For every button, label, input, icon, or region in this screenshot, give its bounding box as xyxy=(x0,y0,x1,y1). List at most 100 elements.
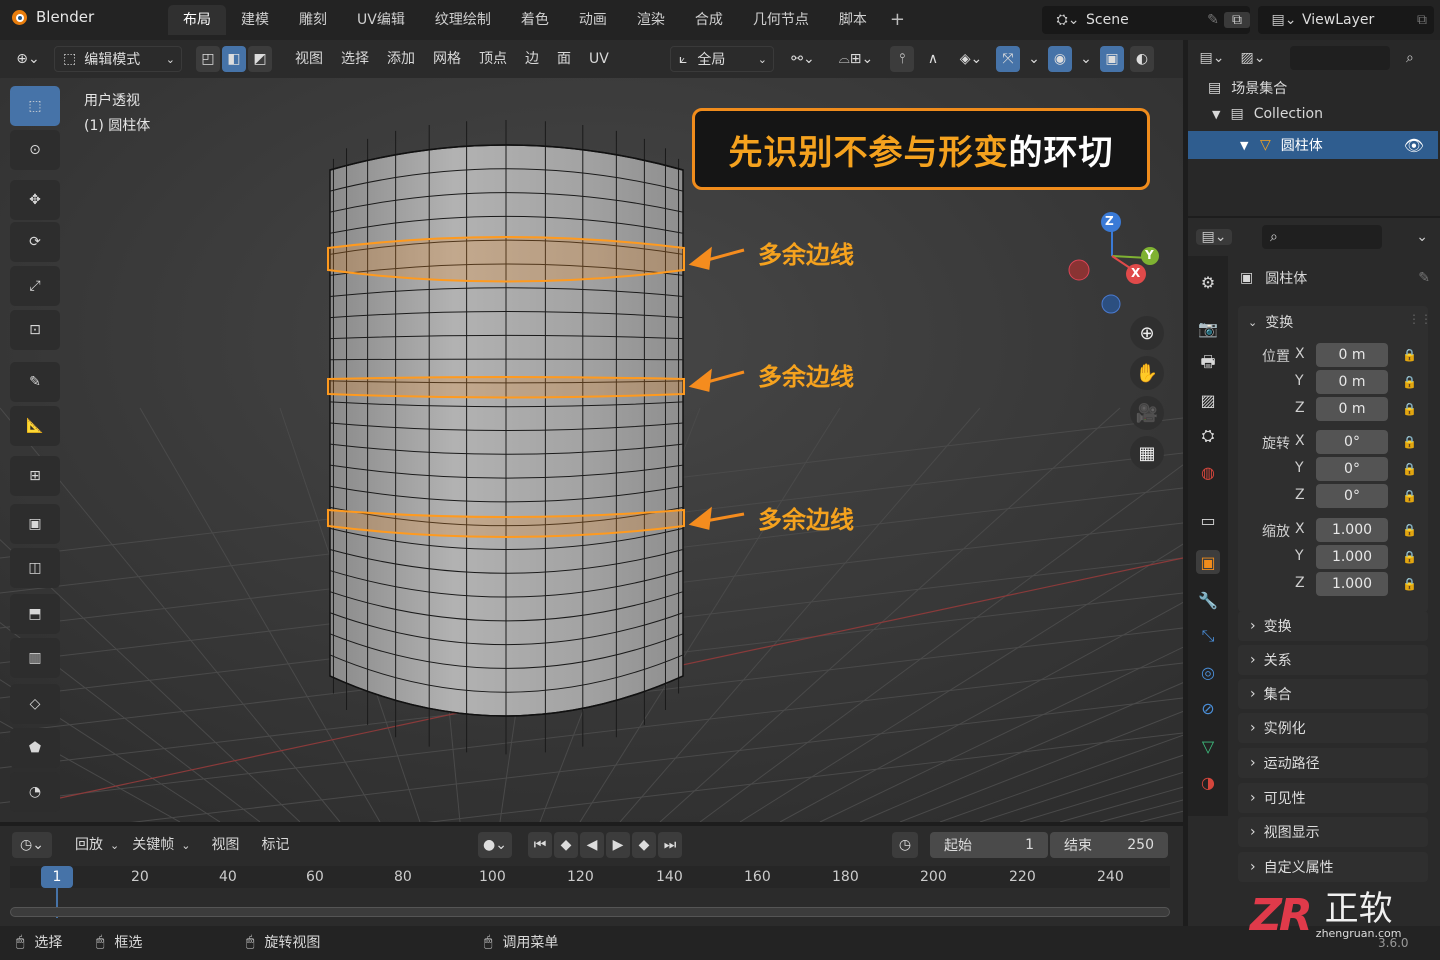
current-frame-marker[interactable]: 1 xyxy=(41,866,73,888)
transform-tool-icon[interactable]: ⊡ xyxy=(10,310,60,350)
edge-select-icon[interactable]: ◧ xyxy=(222,46,246,72)
panel-custom-properties[interactable]: › 自定义属性 xyxy=(1238,852,1428,882)
lock-icon[interactable]: 🔒 xyxy=(1402,489,1417,503)
pivot-icon[interactable]: ⚯⌄ xyxy=(784,46,822,72)
menu-edge[interactable]: 边 xyxy=(516,46,548,72)
jump-end-icon[interactable]: ⏭ xyxy=(658,832,682,858)
knife-tool-icon[interactable]: ◇ xyxy=(10,684,60,724)
xray-toggle-icon[interactable]: ▣ xyxy=(1100,46,1124,72)
tab-texture-paint[interactable]: 纹理绘制 xyxy=(420,5,506,35)
outliner-scene-collection[interactable]: ▤ 场景集合 xyxy=(1208,78,1287,98)
transform-panel-header[interactable]: ⌄ 变换 xyxy=(1248,312,1293,332)
menu-vertex[interactable]: 顶点 xyxy=(470,46,516,72)
scene-selector[interactable]: ⛭⌄ Scene ✎ ⧉ xyxy=(1042,6,1250,34)
eye-visibility-icon[interactable]: 👁 xyxy=(1404,136,1424,155)
extrude-tool-icon[interactable]: ▣ xyxy=(10,504,60,544)
lock-icon[interactable]: 🔒 xyxy=(1402,375,1417,389)
lock-icon[interactable]: 🔒 xyxy=(1402,435,1417,449)
scale-y-field[interactable]: 1.000 xyxy=(1316,545,1388,569)
tab-rendering[interactable]: 渲染 xyxy=(622,5,680,35)
mesh-data-icon[interactable]: ▽ xyxy=(1196,734,1220,758)
inset-tool-icon[interactable]: ◫ xyxy=(10,548,60,588)
properties-object-name[interactable]: 圆柱体 xyxy=(1265,268,1307,288)
transform-orientation-dropdown[interactable]: ⟀ 全局 ⌄ xyxy=(670,46,774,72)
auto-keying-clock-icon[interactable]: ◷ xyxy=(892,832,918,858)
tab-uv-editing[interactable]: UV编辑 xyxy=(342,5,420,35)
rotation-y-field[interactable]: 0° xyxy=(1316,457,1388,481)
search-icon[interactable]: ⌕ xyxy=(1406,50,1414,66)
camera-view-icon[interactable]: 🎥 xyxy=(1130,396,1164,430)
gizmo-y-label[interactable]: Y xyxy=(1145,248,1154,262)
constraints-icon[interactable]: ⊘ xyxy=(1196,696,1220,720)
menu-select[interactable]: 选择 xyxy=(332,46,378,72)
end-frame-field[interactable]: 结束 250 xyxy=(1050,832,1168,858)
record-icon[interactable]: ●⌄ xyxy=(478,832,512,858)
outliner-object-row[interactable]: ▼ ▽ 圆柱体 👁 xyxy=(1188,131,1438,159)
drag-handle-icon[interactable]: ⋮⋮ xyxy=(1408,312,1432,326)
properties-editor-icon[interactable]: ▤⌄ xyxy=(1196,229,1232,245)
add-cube-tool-icon[interactable]: ⊞ xyxy=(10,456,60,496)
measure-tool-icon[interactable]: 📐 xyxy=(10,406,60,446)
menu-marker[interactable]: 标记 xyxy=(252,832,298,858)
menu-add[interactable]: 添加 xyxy=(378,46,424,72)
panel-delta-transform[interactable]: › 变换 xyxy=(1238,611,1428,641)
material-icon[interactable]: ◑ xyxy=(1196,770,1220,794)
pan-hand-icon[interactable]: ✋ xyxy=(1130,356,1164,390)
object-icon[interactable]: ▣ xyxy=(1196,550,1220,574)
mode-dropdown[interactable]: ⬚ 编辑模式 ⌄ xyxy=(54,46,182,72)
play-icon[interactable]: ▶ xyxy=(606,832,630,858)
rotation-z-field[interactable]: 0° xyxy=(1316,484,1388,508)
falloff-icon[interactable]: ∧ xyxy=(920,46,946,72)
lock-icon[interactable]: 🔒 xyxy=(1402,550,1417,564)
pin-icon[interactable]: ✎ xyxy=(1418,270,1430,286)
start-frame-field[interactable]: 起始 1 xyxy=(930,832,1048,858)
gizmo-z-label[interactable]: Z xyxy=(1105,214,1114,228)
spin-tool-icon[interactable]: ◔ xyxy=(10,772,60,812)
editor-type-icon[interactable]: ⊕⌄ xyxy=(8,46,48,72)
physics-icon[interactable]: ◎ xyxy=(1196,660,1220,684)
play-reverse-icon[interactable]: ◀ xyxy=(580,832,604,858)
output-icon[interactable]: 🖶 xyxy=(1196,352,1220,376)
menu-face[interactable]: 面 xyxy=(548,46,580,72)
lock-icon[interactable]: 🔒 xyxy=(1402,402,1417,416)
panel-motion-paths[interactable]: › 运动路径 xyxy=(1238,748,1428,778)
panel-instancing[interactable]: › 实例化 xyxy=(1238,713,1428,743)
panel-visibility[interactable]: › 可见性 xyxy=(1238,783,1428,813)
location-z-field[interactable]: 0 m xyxy=(1316,397,1388,421)
menu-playback[interactable]: 回放 xyxy=(66,832,112,858)
panel-relations[interactable]: › 关系 xyxy=(1238,645,1428,675)
annotate-tool-icon[interactable]: ✎ xyxy=(10,362,60,402)
shading-mode-icon[interactable]: ◐ xyxy=(1130,46,1154,72)
scale-tool-icon[interactable]: ⤢ xyxy=(10,266,60,306)
modifier-wrench-icon[interactable]: 🔧 xyxy=(1196,588,1220,612)
zoom-icon[interactable]: ⊕ xyxy=(1130,316,1164,350)
outliner-search-input[interactable] xyxy=(1290,46,1390,70)
viewlayer-selector[interactable]: ▤⌄ ViewLayer ⧉ xyxy=(1258,6,1434,34)
gizmo-toggle-icon[interactable]: ⤧ xyxy=(996,46,1020,72)
outliner-editor-icon[interactable]: ▤⌄ xyxy=(1196,50,1228,66)
chevron-down-icon[interactable]: ⌄ xyxy=(1416,229,1428,245)
bevel-tool-icon[interactable]: ⬒ xyxy=(10,594,60,634)
lock-icon[interactable]: 🔒 xyxy=(1402,462,1417,476)
move-tool-icon[interactable]: ✥ xyxy=(10,180,60,220)
rotate-tool-icon[interactable]: ⟳ xyxy=(10,222,60,262)
overlay-toggle-icon[interactable]: ◉ xyxy=(1048,46,1072,72)
chevron-down-icon[interactable]: ⌄ xyxy=(1026,46,1042,72)
lock-icon[interactable]: 🔒 xyxy=(1402,577,1417,591)
poly-build-tool-icon[interactable]: ⬟ xyxy=(10,728,60,768)
cursor-tool-icon[interactable]: ⊙ xyxy=(10,130,60,170)
face-select-icon[interactable]: ◩ xyxy=(248,46,272,72)
timeline-editor-icon[interactable]: ◷⌄ xyxy=(12,832,52,858)
next-keyframe-icon[interactable]: ◆ xyxy=(632,832,656,858)
menu-mesh[interactable]: 网格 xyxy=(424,46,470,72)
lock-icon[interactable]: 🔒 xyxy=(1402,523,1417,537)
select-box-tool-icon[interactable]: ⬚ xyxy=(10,86,60,126)
menu-uv[interactable]: UV xyxy=(580,46,618,72)
collection-icon[interactable]: ▭ xyxy=(1196,508,1220,532)
panel-viewport-display[interactable]: › 视图显示 xyxy=(1238,817,1428,847)
loop-cut-tool-icon[interactable]: ▥ xyxy=(10,638,60,678)
scale-x-field[interactable]: 1.000 xyxy=(1316,518,1388,542)
tool-settings-icon[interactable]: ⚙ xyxy=(1196,270,1220,294)
prev-keyframe-icon[interactable]: ◆ xyxy=(554,832,578,858)
menu-view[interactable]: 视图 xyxy=(202,832,248,858)
